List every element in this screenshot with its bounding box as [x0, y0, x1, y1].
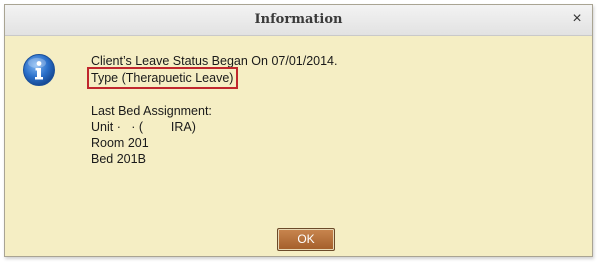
close-icon[interactable]: × [568, 10, 586, 28]
ok-button[interactable]: OK [277, 228, 335, 251]
bed-text: Bed 201B [91, 152, 146, 166]
unit-text: Unit · · ( IRA) [91, 120, 196, 134]
dialog-message: Client’s Leave Status Began On 07/01/201… [87, 53, 337, 167]
info-icon [22, 53, 56, 92]
information-dialog: Information × Client’s Leave Status Bega… [4, 4, 593, 257]
room-text: Room 201 [91, 136, 149, 150]
last-bed-assignment-label: Last Bed Assignment: [91, 104, 212, 118]
leave-type-highlight: Type (Therapuetic Leave) [87, 67, 239, 89]
dialog-title: Information [254, 12, 343, 27]
dialog-titlebar: Information × [5, 5, 592, 36]
